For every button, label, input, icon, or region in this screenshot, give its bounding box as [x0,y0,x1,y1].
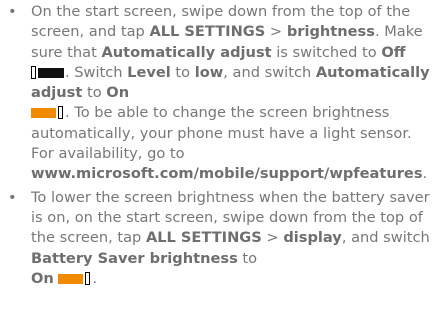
text: . [422,165,428,183]
list-item: • On the start screen, swipe down from t… [0,2,434,185]
level-label: Level [127,63,171,81]
text: > [261,229,284,247]
on-label: On [106,84,130,102]
low-label: low [194,63,224,81]
support-link[interactable]: www.microsoft.com/mobile/support/wpfeatu… [31,165,423,182]
auto-adjust-label: Automatically adjust [101,43,272,61]
switch-on-icon [58,271,92,286]
text: to [237,249,258,267]
switch-track [31,108,56,119]
switch-track [58,273,84,284]
brightness-label: brightness [286,23,375,41]
list-item: • To lower the screen brightness when th… [0,188,434,289]
switch-track [38,67,64,78]
instruction-list: • On the start screen, swipe down from t… [0,2,434,289]
battery-saver-brightness-label: Battery Saver brightness [31,249,238,267]
switch-knob [31,65,36,79]
bullet: • [8,3,17,20]
document-page: • On the start screen, swipe down from t… [0,0,434,328]
text: . [92,269,98,287]
text: to [82,84,107,102]
switch-off-icon [31,65,65,80]
text: . To be able to change the screen bright… [31,104,412,163]
display-label: display [283,229,342,247]
text: , and switch [341,229,430,247]
switch-on-icon [31,106,65,120]
text: . Switch [65,63,128,81]
settings-label: ALL SETTINGS [149,23,266,41]
settings-label: ALL SETTINGS [145,229,262,247]
switch-knob [58,106,63,120]
off-label: Off [381,43,406,61]
text: , and switch [223,63,316,81]
text: > [265,23,287,41]
text: is switched to [271,43,382,61]
on-label: On [31,269,54,287]
text: to [170,63,195,81]
switch-knob [85,271,91,285]
bullet: • [8,188,17,206]
